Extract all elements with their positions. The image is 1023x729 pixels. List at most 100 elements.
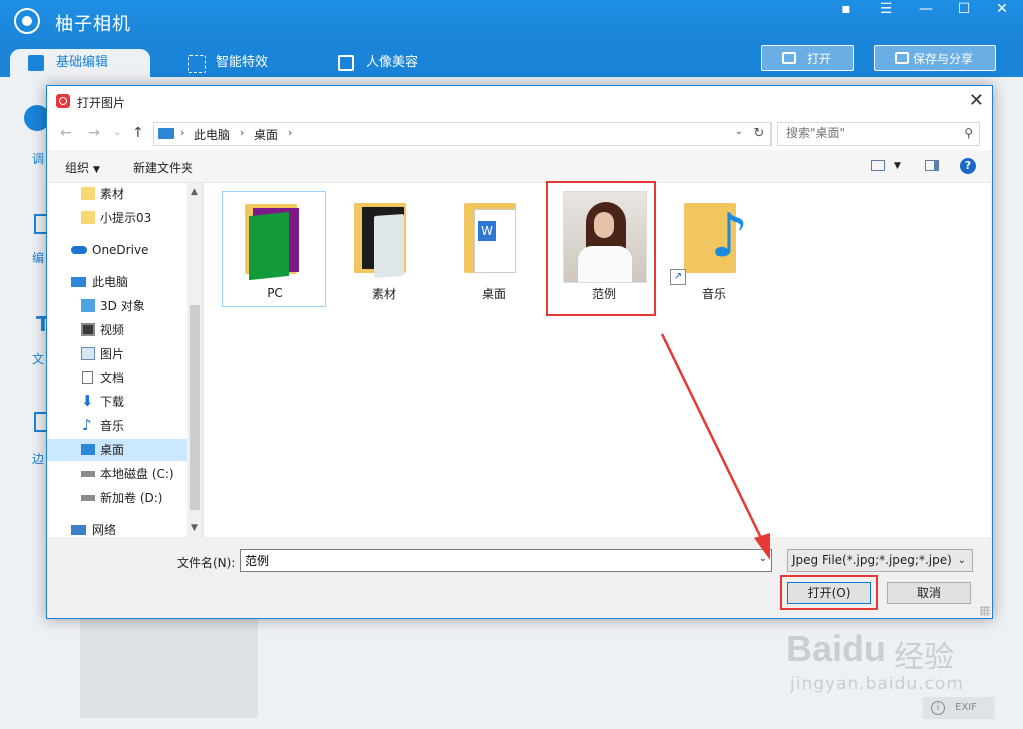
filename-input[interactable]: [241, 550, 745, 571]
breadcrumb-desktop[interactable]: 桌面: [254, 126, 278, 143]
nav-scrollbar[interactable]: ▲ ▼: [187, 183, 203, 537]
scroll-thumb[interactable]: [190, 305, 200, 510]
nav-item-sucai[interactable]: 素材: [47, 183, 187, 205]
nav-item-onedrive[interactable]: OneDrive: [47, 239, 187, 261]
cancel-button[interactable]: 取消: [887, 582, 971, 604]
chevron-down-icon: ▼: [93, 165, 100, 175]
breadcrumb-separator: ›: [240, 126, 245, 139]
file-name: 素材: [371, 287, 396, 301]
resize-grip-icon[interactable]: [980, 606, 990, 616]
portrait-icon: [338, 55, 354, 71]
file-item-pc[interactable]: PC: [222, 191, 326, 307]
highlight-box-example-file: [546, 181, 656, 316]
new-folder-button[interactable]: 新建文件夹: [133, 159, 193, 176]
organize-menu[interactable]: 组织 ▼: [65, 159, 100, 176]
drive-icon: [81, 495, 95, 501]
sidebar-label-adjust: 调: [32, 152, 45, 166]
shortcut-arrow-icon: ↗: [670, 269, 686, 285]
address-dropdown-icon[interactable]: ⌄: [735, 126, 743, 137]
dialog-app-icon: [56, 94, 70, 108]
sidebar-label-border: 边: [32, 452, 45, 466]
highlight-box-open-button: [780, 575, 878, 610]
nav-item-3d-objects[interactable]: 3D 对象: [47, 295, 187, 317]
file-type-select[interactable]: Jpeg File(*.jpg;*.jpeg;*.jpe) ⌄: [787, 549, 973, 572]
maximize-icon[interactable]: ☐: [950, 0, 978, 20]
cube-icon: [81, 299, 95, 312]
folder-content: [474, 209, 516, 273]
forward-arrow-icon[interactable]: →: [88, 125, 100, 141]
menu-icon[interactable]: ☰: [872, 0, 900, 20]
filename-combobox[interactable]: ⌄: [240, 549, 772, 572]
nav-item-tips03[interactable]: 小提示03: [47, 207, 187, 229]
music-icon: ♪: [82, 416, 92, 434]
view-dropdown-icon[interactable]: ▼: [894, 161, 901, 171]
tab-label: 人像美容: [366, 55, 419, 70]
file-item-sucai[interactable]: 素材: [332, 191, 436, 307]
scroll-down-icon[interactable]: ▼: [191, 523, 198, 533]
music-note-icon: ♪: [710, 201, 749, 271]
help-icon[interactable]: ?: [960, 158, 976, 174]
save-share-button[interactable]: 保存与分享: [874, 45, 996, 71]
close-app-icon[interactable]: ✕: [988, 0, 1016, 20]
file-name: 桌面: [481, 287, 506, 301]
nav-label: 视频: [100, 323, 125, 337]
navigation-pane: 素材 小提示03 OneDrive 此电脑 3D 对象 视频 图片 文档 ⬇ 下…: [47, 183, 204, 537]
word-doc-icon: W: [478, 221, 496, 241]
watermark-url: jingyan.baidu.com: [790, 674, 964, 694]
dialog-title: 打开图片: [77, 96, 126, 110]
app-logo-icon: [14, 8, 40, 34]
nav-item-videos[interactable]: 视频: [47, 319, 187, 341]
app-titlebar: 柚子相机 ▪ ☰ — ☐ ✕: [0, 0, 1023, 45]
back-arrow-icon[interactable]: ←: [60, 125, 72, 141]
tab-basic-edit[interactable]: 基础编辑: [10, 49, 150, 77]
sidebar-label-edit: 编: [32, 251, 45, 265]
exif-button[interactable]: EXIF: [923, 697, 995, 719]
search-box[interactable]: ⚲: [777, 122, 980, 146]
chevron-down-icon[interactable]: ⌄: [759, 553, 767, 564]
recent-dropdown-icon[interactable]: ⌄: [113, 127, 121, 138]
open-file-dialog: 打开图片 ✕ ← → ⌄ ↑ › 此电脑 › 桌面 › ⌄ ↻ ⚲ 组织▼ 新建…: [46, 85, 993, 619]
breadcrumb-separator: ›: [180, 126, 185, 139]
tab-portrait-beauty[interactable]: 人像美容: [320, 49, 450, 77]
search-input[interactable]: [778, 123, 956, 143]
computer-icon: [71, 277, 86, 287]
file-item-desktop[interactable]: W 桌面: [442, 191, 546, 307]
file-item-music[interactable]: ♪ ↗ 音乐: [662, 191, 766, 307]
nav-item-this-pc[interactable]: 此电脑: [47, 271, 187, 293]
cloud-icon: [71, 246, 87, 254]
minimize-icon[interactable]: —: [912, 0, 940, 20]
video-icon: [81, 323, 95, 336]
scroll-up-icon[interactable]: ▲: [191, 187, 198, 197]
watermark-brand: Baidu: [786, 628, 887, 669]
organize-label: 组织: [65, 161, 90, 175]
nav-item-documents[interactable]: 文档: [47, 367, 187, 389]
feedback-icon[interactable]: ▪: [832, 0, 860, 20]
up-arrow-icon[interactable]: ↑: [132, 125, 144, 141]
document-icon: [82, 371, 93, 384]
nav-item-network[interactable]: 网络: [47, 519, 187, 537]
breadcrumb-this-pc[interactable]: 此电脑: [194, 126, 230, 143]
nav-item-drive-d[interactable]: 新加卷 (D:): [47, 487, 187, 509]
view-options-icon[interactable]: [871, 160, 885, 171]
nav-item-downloads[interactable]: ⬇ 下载: [47, 391, 187, 413]
nav-label: 新加卷 (D:): [100, 491, 163, 505]
refresh-icon[interactable]: ↻: [748, 122, 771, 146]
nav-item-pictures[interactable]: 图片: [47, 343, 187, 365]
nav-label: 下载: [100, 395, 125, 409]
address-bar[interactable]: › 此电脑 › 桌面 › ⌄: [153, 122, 772, 146]
dialog-close-icon[interactable]: ✕: [969, 90, 984, 111]
pictures-icon: [81, 347, 95, 360]
tab-smart-effects[interactable]: 智能特效: [170, 49, 300, 77]
folder-content: [249, 211, 289, 281]
desktop-icon: [81, 444, 95, 455]
app-open-button[interactable]: 打开: [761, 45, 854, 71]
filename-label: 文件名(N):: [177, 556, 236, 570]
nav-item-music[interactable]: ♪ 音乐: [47, 415, 187, 437]
nav-item-drive-c[interactable]: 本地磁盘 (C:): [47, 463, 187, 485]
preview-pane-icon[interactable]: [925, 160, 939, 171]
nav-item-desktop[interactable]: 桌面: [47, 439, 187, 461]
nav-label: 图片: [100, 347, 125, 361]
tools-icon: [28, 55, 44, 71]
nav-label: 素材: [100, 187, 125, 201]
nav-label: 音乐: [100, 419, 125, 433]
